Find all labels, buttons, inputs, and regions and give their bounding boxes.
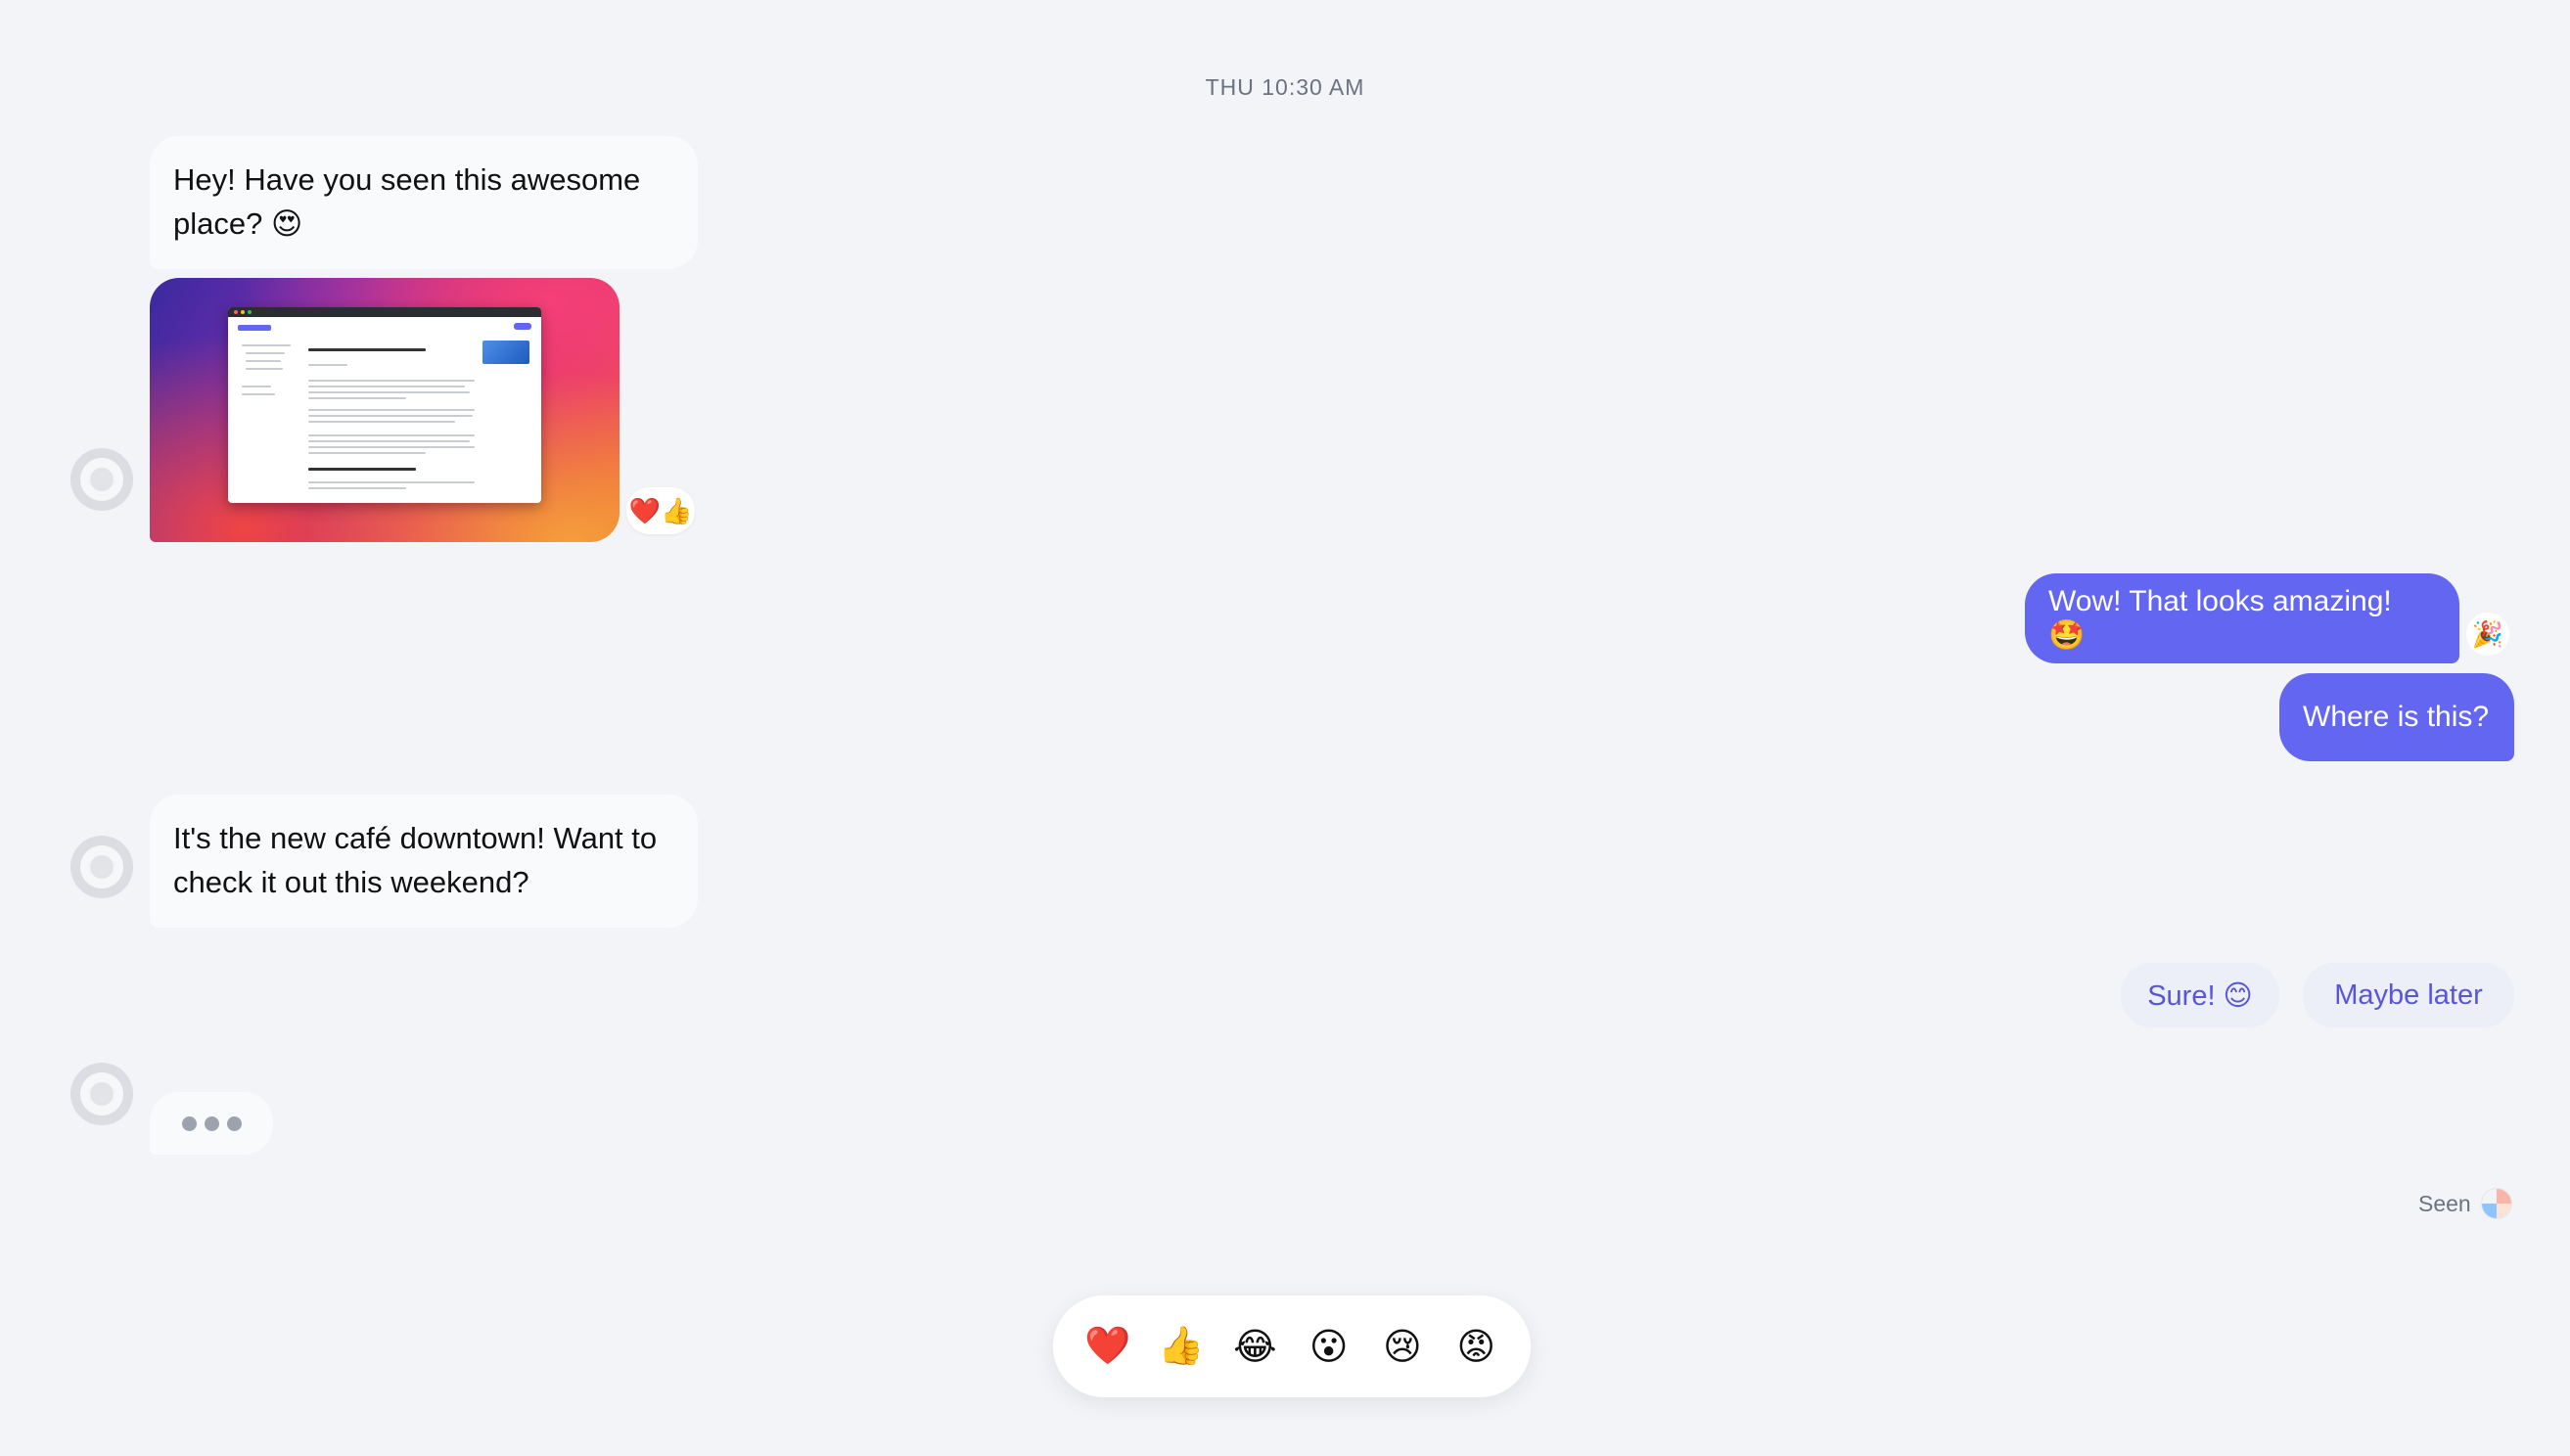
typing-dot: [204, 1115, 219, 1131]
message-text: It's the new café downtown! Want to chec…: [173, 821, 658, 899]
seen-label: Seen: [2418, 1190, 2471, 1216]
emoji-reaction-bar: ❤️ 👍 😂 😮 😢 😡: [1053, 1296, 1531, 1397]
avatar-placeholder-icon: [80, 458, 123, 501]
message-text: Hey! Have you seen this awesome place? 😍: [173, 162, 641, 241]
thumbs-up-reaction-button[interactable]: 👍: [1152, 1317, 1211, 1376]
typing-indicator: [150, 1092, 273, 1155]
quick-reply-maybe-later-button[interactable]: Maybe later: [2303, 963, 2514, 1027]
message-text: Where is this?: [2303, 701, 2490, 733]
seen-indicator: Seen: [2418, 1188, 2512, 1219]
outgoing-message-bubble[interactable]: Where is this?: [2279, 673, 2514, 761]
avatar-placeholder-icon: [80, 1072, 123, 1115]
quick-reply-label: Maybe later: [2334, 978, 2483, 1011]
quick-reply-sure-button[interactable]: Sure! 😊: [2121, 963, 2279, 1027]
typing-dot: [181, 1115, 197, 1131]
webpage-screenshot-thumbnail: [228, 307, 541, 503]
shared-image-message[interactable]: [150, 278, 620, 542]
laughing-reaction-button[interactable]: 😂: [1225, 1317, 1284, 1376]
quick-reply-label: Sure! 😊: [2147, 979, 2253, 1012]
conversation-timestamp: THU 10:30 AM: [1205, 74, 1365, 100]
angry-reaction-button[interactable]: 😡: [1446, 1317, 1505, 1376]
sad-reaction-button[interactable]: 😢: [1373, 1317, 1432, 1376]
image-reactions[interactable]: ❤️👍: [626, 487, 695, 534]
party-popper-icon: 🎉: [2471, 618, 2504, 649]
incoming-message-bubble[interactable]: It's the new café downtown! Want to chec…: [150, 795, 698, 928]
typing-dot: [226, 1115, 242, 1131]
avatar-placeholder-icon: [80, 845, 123, 888]
message-text: Wow! That looks amazing! 🤩: [2048, 584, 2392, 652]
seen-by-avatar: [2480, 1188, 2512, 1219]
contact-avatar[interactable]: [70, 448, 133, 511]
surprised-reaction-button[interactable]: 😮: [1300, 1317, 1358, 1376]
reaction-emojis: ❤️👍: [628, 495, 693, 525]
message-reaction-badge[interactable]: 🎉: [2466, 613, 2509, 656]
outgoing-message-bubble[interactable]: Wow! That looks amazing! 🤩: [2025, 573, 2459, 663]
contact-avatar[interactable]: [70, 836, 133, 898]
contact-avatar[interactable]: [70, 1063, 133, 1125]
incoming-message-bubble[interactable]: Hey! Have you seen this awesome place? 😍: [150, 136, 698, 269]
heart-reaction-button[interactable]: ❤️: [1078, 1317, 1137, 1376]
